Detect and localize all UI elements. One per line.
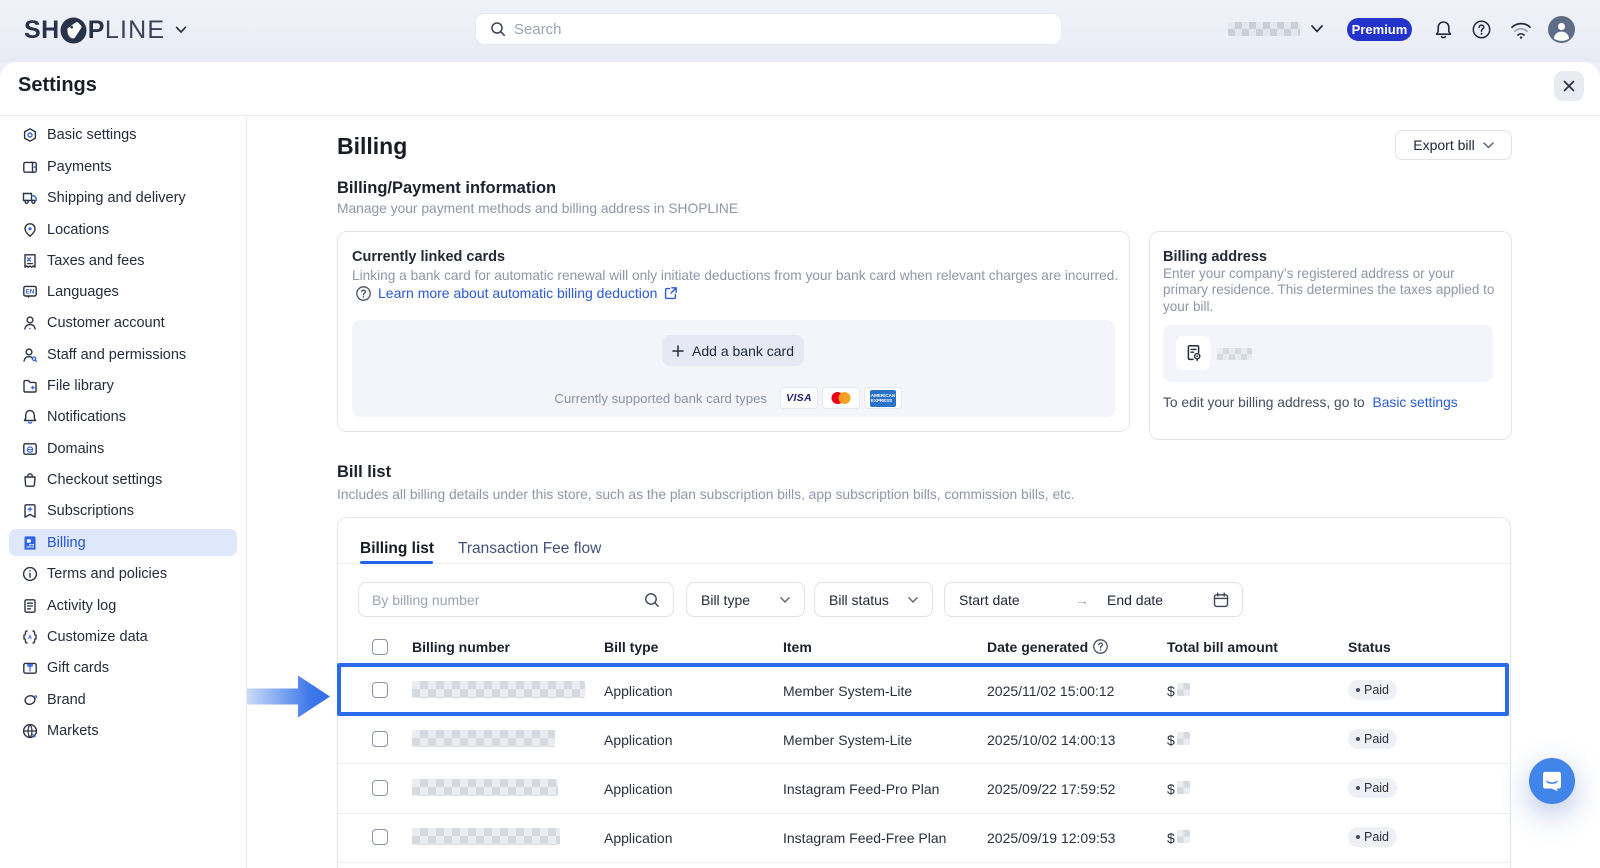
svg-text:EN: EN <box>26 289 35 296</box>
svg-text:A: A <box>28 635 32 641</box>
